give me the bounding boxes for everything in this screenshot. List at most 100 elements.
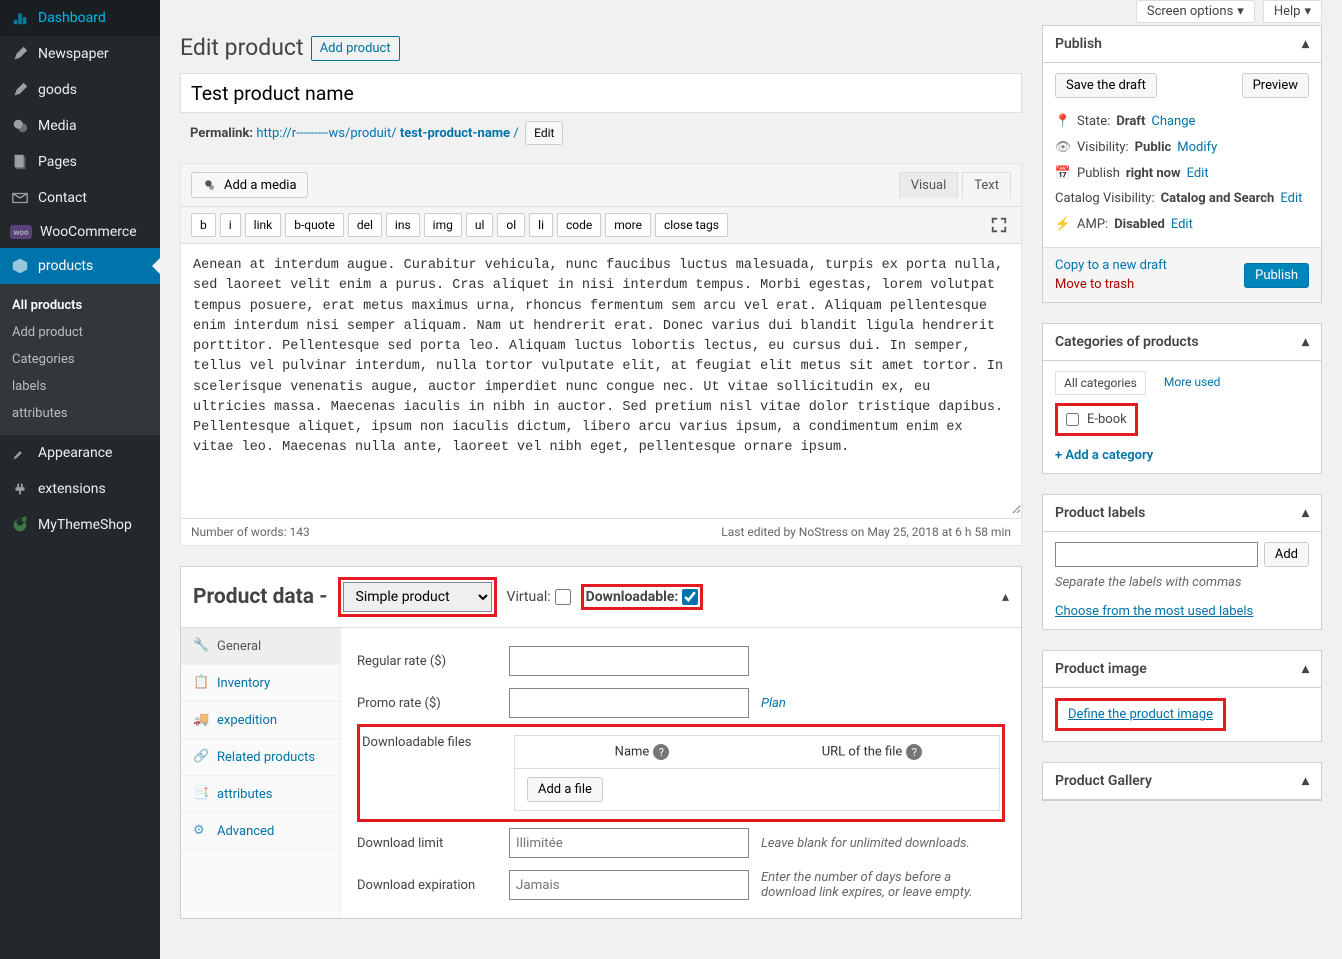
qt-del[interactable]: del — [348, 213, 382, 237]
edit-amp-link[interactable]: Edit — [1171, 217, 1193, 232]
promo-rate-label: Promo rate ($) — [357, 696, 497, 711]
add-label-button[interactable]: Add — [1264, 542, 1309, 567]
edit-permalink-button[interactable]: Edit — [525, 121, 563, 145]
edit-publish-link[interactable]: Edit — [1187, 166, 1209, 181]
promo-rate-input[interactable] — [509, 688, 749, 718]
regular-rate-input[interactable] — [509, 646, 749, 676]
add-product-button[interactable]: Add product — [311, 36, 400, 61]
content-textarea[interactable] — [181, 244, 1021, 514]
virtual-checkbox[interactable] — [555, 589, 571, 605]
product-data-tabs: 🔧General 📋Inventory 🚚expedition 🔗Related… — [181, 628, 341, 918]
plan-link[interactable]: Plan — [761, 696, 786, 711]
qt-img[interactable]: img — [424, 213, 462, 237]
add-category-link[interactable]: + Add a category — [1055, 448, 1153, 463]
sidebar-item-goods[interactable]: goods — [0, 72, 160, 108]
visual-tab[interactable]: Visual — [899, 172, 959, 198]
sidebar-sub-categories[interactable]: Categories — [0, 346, 160, 373]
tab-inventory[interactable]: 📋Inventory — [181, 665, 340, 702]
help-icon[interactable]: ? — [653, 744, 669, 760]
brush-icon — [10, 443, 30, 463]
collapse-icon[interactable]: ▴ — [1302, 661, 1309, 677]
save-draft-button[interactable]: Save the draft — [1055, 73, 1157, 98]
all-categories-tab[interactable]: All categories — [1055, 371, 1146, 395]
download-limit-input[interactable] — [509, 828, 749, 858]
preview-button[interactable]: Preview — [1242, 73, 1309, 98]
add-file-button[interactable]: Add a file — [527, 777, 603, 802]
downloadable-checkbox-label: Downloadable: — [586, 589, 699, 605]
labels-panel: Product labels ▴ Add Separate the labels … — [1042, 494, 1322, 630]
qt-ol[interactable]: ol — [497, 213, 525, 237]
tab-attributes[interactable]: 📑attributes — [181, 776, 340, 813]
sidebar-sub-add-product[interactable]: Add product — [0, 319, 160, 346]
modify-visibility-link[interactable]: Modify — [1177, 140, 1217, 155]
sidebar-item-contact[interactable]: Contact — [0, 180, 160, 216]
more-used-tab[interactable]: More used — [1156, 371, 1229, 395]
trash-link[interactable]: Move to trash — [1055, 277, 1167, 292]
qt-more[interactable]: more — [605, 213, 651, 237]
collapse-icon[interactable]: ▴ — [1302, 334, 1309, 350]
help-tab[interactable]: Help ▾ — [1263, 0, 1322, 23]
product-image-panel: Product image▴ Define the product image — [1042, 650, 1322, 742]
tab-general[interactable]: 🔧General — [181, 628, 340, 665]
qt-close[interactable]: close tags — [655, 213, 728, 237]
qt-ul[interactable]: ul — [466, 213, 494, 237]
labels-hint: Separate the labels with commas — [1055, 575, 1309, 590]
qt-b[interactable]: b — [191, 213, 216, 237]
edit-catalog-link[interactable]: Edit — [1280, 191, 1302, 206]
qt-bquote[interactable]: b-quote — [285, 213, 344, 237]
collapse-icon[interactable]: ▴ — [1302, 36, 1309, 52]
collapse-icon[interactable]: ▴ — [1302, 773, 1309, 789]
qt-ins[interactable]: ins — [386, 213, 420, 237]
category-label: E-book — [1087, 412, 1127, 427]
sidebar-item-woocommerce[interactable]: woo WooCommerce — [0, 216, 160, 248]
sidebar-item-media[interactable]: Media — [0, 108, 160, 144]
screen-options-tab[interactable]: Screen options ▾ — [1136, 0, 1255, 23]
define-image-link[interactable]: Define the product image — [1068, 707, 1213, 722]
text-tab[interactable]: Text — [962, 172, 1011, 198]
permalink-slug[interactable]: test-product-name — [400, 126, 510, 141]
category-checkbox-ebook[interactable] — [1066, 413, 1079, 426]
labels-input[interactable] — [1055, 542, 1258, 567]
screen-meta-row: Screen options ▾ Help ▾ — [180, 0, 1322, 25]
sidebar-item-mythemeshop[interactable]: MyThemeShop — [0, 507, 160, 543]
publish-button[interactable]: Publish — [1244, 263, 1309, 288]
fullscreen-icon[interactable] — [987, 213, 1011, 237]
tab-related[interactable]: 🔗Related products — [181, 739, 340, 776]
sidebar-item-products[interactable]: products — [0, 248, 160, 284]
collapse-icon[interactable]: ▴ — [1302, 505, 1309, 521]
sidebar-sub-all-products[interactable]: All products — [0, 292, 160, 319]
sidebar-item-dashboard[interactable]: Dashboard — [0, 0, 160, 36]
help-icon[interactable]: ? — [906, 744, 922, 760]
sidebar-item-pages[interactable]: Pages — [0, 144, 160, 180]
sidebar-item-newspaper[interactable]: Newspaper — [0, 36, 160, 72]
sidebar-sub-attributes[interactable]: attributes — [0, 400, 160, 427]
download-expiration-input[interactable] — [509, 870, 749, 900]
qt-i[interactable]: i — [220, 213, 241, 237]
sidebar-item-extensions[interactable]: extensions — [0, 471, 160, 507]
labels-title: Product labels — [1055, 505, 1145, 521]
pin-icon — [10, 44, 30, 64]
permalink-base[interactable]: http://r---------ws/produit/ — [256, 126, 396, 141]
tab-advanced[interactable]: ⚙Advanced — [181, 813, 340, 850]
qt-li[interactable]: li — [529, 213, 553, 237]
copy-draft-link[interactable]: Copy to a new draft — [1055, 258, 1167, 273]
qt-link[interactable]: link — [245, 213, 282, 237]
choose-labels-link[interactable]: Choose from the most used labels — [1055, 604, 1253, 619]
product-title-input[interactable] — [180, 73, 1022, 113]
permalink-sep: / — [513, 126, 518, 141]
gear-icon: ⚙ — [193, 823, 209, 839]
downloadable-checkbox[interactable] — [682, 589, 698, 605]
tab-expedition[interactable]: 🚚expedition — [181, 702, 340, 739]
content-editor: Add a media Visual Text b i link b-quote… — [180, 163, 1022, 546]
calendar-icon: 📅 — [1055, 165, 1071, 181]
product-type-select[interactable]: Simple product — [343, 582, 492, 612]
permalink-row: Permalink: http://r---------ws/produit/ … — [180, 113, 1022, 145]
change-state-link[interactable]: Change — [1151, 114, 1195, 129]
camera-icon — [202, 177, 218, 193]
collapse-icon[interactable]: ▴ — [1002, 589, 1009, 605]
sidebar-sub-labels[interactable]: labels — [0, 373, 160, 400]
sidebar-item-appearance[interactable]: Appearance — [0, 435, 160, 471]
qt-code[interactable]: code — [557, 213, 601, 237]
add-media-button[interactable]: Add a media — [191, 172, 308, 198]
product-gallery-title: Product Gallery — [1055, 773, 1152, 789]
